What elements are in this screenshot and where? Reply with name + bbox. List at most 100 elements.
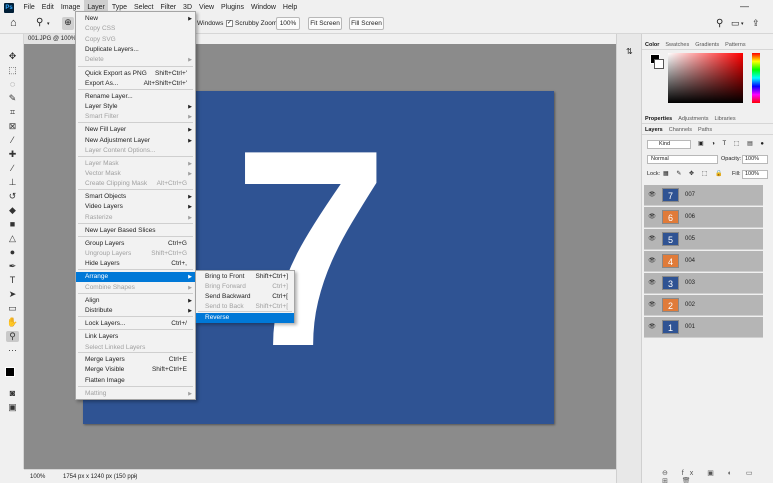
- tab-gradients[interactable]: Gradients: [692, 40, 722, 49]
- layer-panel-footer-icons[interactable]: ⊖ fx ▣ ◐ ▭ ⊞ 🗑: [662, 469, 773, 483]
- stamp-tool-icon[interactable]: ⊥: [6, 177, 19, 188]
- type-tool-icon[interactable]: T: [6, 275, 19, 286]
- rectangle-tool-icon[interactable]: ▭: [6, 303, 19, 314]
- opacity-field[interactable]: 100%: [742, 155, 768, 164]
- chevron-down-icon[interactable]: ▾: [741, 21, 744, 27]
- color-picker-field[interactable]: [668, 53, 743, 103]
- path-select-icon[interactable]: ➤: [6, 289, 19, 300]
- tab-color[interactable]: Color: [642, 40, 662, 49]
- blur-tool-icon[interactable]: △: [6, 233, 19, 244]
- eye-icon[interactable]: 👁: [647, 323, 657, 332]
- layer-menu-item[interactable]: Merge Layers Ctrl+E: [76, 355, 195, 365]
- layer-menu-item[interactable]: Hide Layers Ctrl+,: [76, 259, 195, 269]
- layer-menu-item[interactable]: Lock Layers... Ctrl+/: [76, 319, 195, 329]
- lasso-tool-icon[interactable]: ◌: [6, 79, 19, 90]
- tab-swatches[interactable]: Swatches: [662, 40, 692, 49]
- tab-patterns[interactable]: Patterns: [722, 40, 748, 49]
- tab-libraries[interactable]: Libraries: [711, 114, 738, 123]
- quick-mask-icon[interactable]: ◙: [6, 388, 19, 399]
- eye-icon[interactable]: 👁: [647, 213, 657, 222]
- zoom-in-icon[interactable]: ⊕: [62, 17, 74, 30]
- frame-tool-icon[interactable]: ⊠: [6, 121, 19, 132]
- screen-mode-icon[interactable]: ▣: [6, 402, 19, 413]
- tab-adjustments[interactable]: Adjustments: [675, 114, 711, 123]
- layer-menu-item[interactable]: Rename Layer...: [76, 92, 195, 102]
- tab-properties[interactable]: Properties: [642, 114, 675, 123]
- layer-menu-item[interactable]: Merge Visible Shift+Ctrl+E: [76, 365, 195, 375]
- layer-row[interactable]: 👁 6 006: [644, 207, 763, 228]
- share-icon[interactable]: ⇪: [752, 18, 760, 29]
- chevron-down-icon[interactable]: ▾: [47, 21, 50, 27]
- fill-screen-button[interactable]: Fill Screen: [349, 17, 384, 30]
- scrubby-zoom-checkbox[interactable]: ✓: [226, 20, 233, 27]
- crop-tool-icon[interactable]: ⌗: [6, 107, 19, 118]
- tab-layers[interactable]: Layers: [642, 125, 666, 134]
- lock-icons[interactable]: ▦ ✎ ✥ ⬚ 🔒: [663, 170, 726, 177]
- menu-edit[interactable]: Edit: [38, 0, 57, 15]
- move-tool-icon[interactable]: ✥: [6, 51, 19, 62]
- layer-row[interactable]: 👁 3 003: [644, 273, 763, 294]
- layer-name[interactable]: 002: [685, 301, 695, 310]
- layer-menu-item[interactable]: Group Layers Ctrl+G: [76, 239, 195, 249]
- eye-icon[interactable]: 👁: [647, 235, 657, 244]
- layer-menu-item[interactable]: Link Layers: [76, 332, 195, 342]
- layer-row[interactable]: 👁 4 004: [644, 251, 763, 272]
- pen-tool-icon[interactable]: ✒: [6, 261, 19, 272]
- eye-icon[interactable]: 👁: [647, 279, 657, 288]
- layer-menu-item[interactable]: Export As... Alt+Shift+Ctrl+': [76, 79, 195, 89]
- eye-icon[interactable]: 👁: [647, 257, 657, 266]
- menu-window[interactable]: Window: [248, 0, 280, 15]
- layer-name[interactable]: 003: [685, 279, 695, 288]
- zoom-tool-icon[interactable]: ⚲: [36, 17, 43, 28]
- layer-menu-item[interactable]: Distribute ▶: [76, 306, 195, 316]
- healing-tool-icon[interactable]: ✚: [6, 149, 19, 160]
- layer-name[interactable]: 007: [685, 191, 695, 200]
- foreground-color-swatch[interactable]: [5, 367, 15, 377]
- arrange-menu-item[interactable]: Reverse: [196, 313, 294, 323]
- tab-channels[interactable]: Channels: [666, 125, 695, 134]
- gradient-tool-icon[interactable]: ■: [6, 219, 19, 230]
- eye-icon[interactable]: 👁: [647, 191, 657, 200]
- blend-mode-select[interactable]: Normal: [647, 155, 718, 164]
- home-icon[interactable]: ⌂: [10, 17, 17, 29]
- search-icon[interactable]: ⚲: [716, 18, 723, 29]
- layer-menu-item[interactable]: Align ▶: [76, 296, 195, 306]
- eye-icon[interactable]: 👁: [647, 301, 657, 310]
- layer-menu-item[interactable]: Quick Export as PNG Shift+Ctrl+': [76, 69, 195, 79]
- layer-row[interactable]: 👁 1 001: [644, 317, 763, 338]
- layer-filter-icons[interactable]: ▣ ◑ T ⬚ ▤ ●: [698, 140, 767, 147]
- history-panel-icon[interactable]: ⇅: [626, 47, 633, 56]
- layer-menu-item[interactable]: New Layer Based Slices: [76, 226, 195, 236]
- status-arrow-icon[interactable]: ›: [134, 470, 136, 483]
- eraser-tool-icon[interactable]: ◆: [6, 205, 19, 216]
- layer-kind-filter[interactable]: Kind: [647, 140, 691, 149]
- layer-row[interactable]: 👁 7 007: [644, 185, 763, 206]
- hue-slider[interactable]: [752, 53, 760, 103]
- layer-menu-item[interactable]: Arrange ▶: [76, 272, 195, 282]
- layer-menu-item[interactable]: Layer Style ▶: [76, 102, 195, 112]
- menu-file[interactable]: File: [20, 0, 38, 15]
- layer-name[interactable]: 001: [685, 323, 695, 332]
- menu-view[interactable]: View: [196, 0, 218, 15]
- layer-menu-item[interactable]: Video Layers ▶: [76, 202, 195, 212]
- layer-menu-item[interactable]: Duplicate Layers...: [76, 45, 195, 55]
- fill-field[interactable]: 100%: [742, 170, 768, 179]
- workspace-icon[interactable]: ▭: [731, 18, 740, 29]
- hand-tool-icon[interactable]: ✋: [6, 317, 19, 328]
- eyedropper-tool-icon[interactable]: ⁄: [6, 135, 19, 146]
- status-zoom[interactable]: 100%: [30, 470, 45, 483]
- layer-row[interactable]: 👁 2 002: [644, 295, 763, 316]
- layer-name[interactable]: 004: [685, 257, 695, 266]
- minimize-icon[interactable]: —: [740, 1, 749, 11]
- color-bg-swatch[interactable]: [654, 59, 664, 69]
- layer-row[interactable]: 👁 5 005: [644, 229, 763, 250]
- fit-screen-button[interactable]: Fit Screen: [308, 17, 342, 30]
- layer-name[interactable]: 005: [685, 235, 695, 244]
- zoom-value-field[interactable]: 100%: [276, 17, 300, 30]
- zoom-tool-icon[interactable]: ⚲: [6, 331, 19, 342]
- layer-menu-item[interactable]: Smart Objects ▶: [76, 192, 195, 202]
- layer-name[interactable]: 006: [685, 213, 695, 222]
- tab-paths[interactable]: Paths: [695, 125, 715, 134]
- layer-menu-item[interactable]: New Fill Layer ▶: [76, 125, 195, 135]
- menu-plugins[interactable]: Plugins: [218, 0, 248, 15]
